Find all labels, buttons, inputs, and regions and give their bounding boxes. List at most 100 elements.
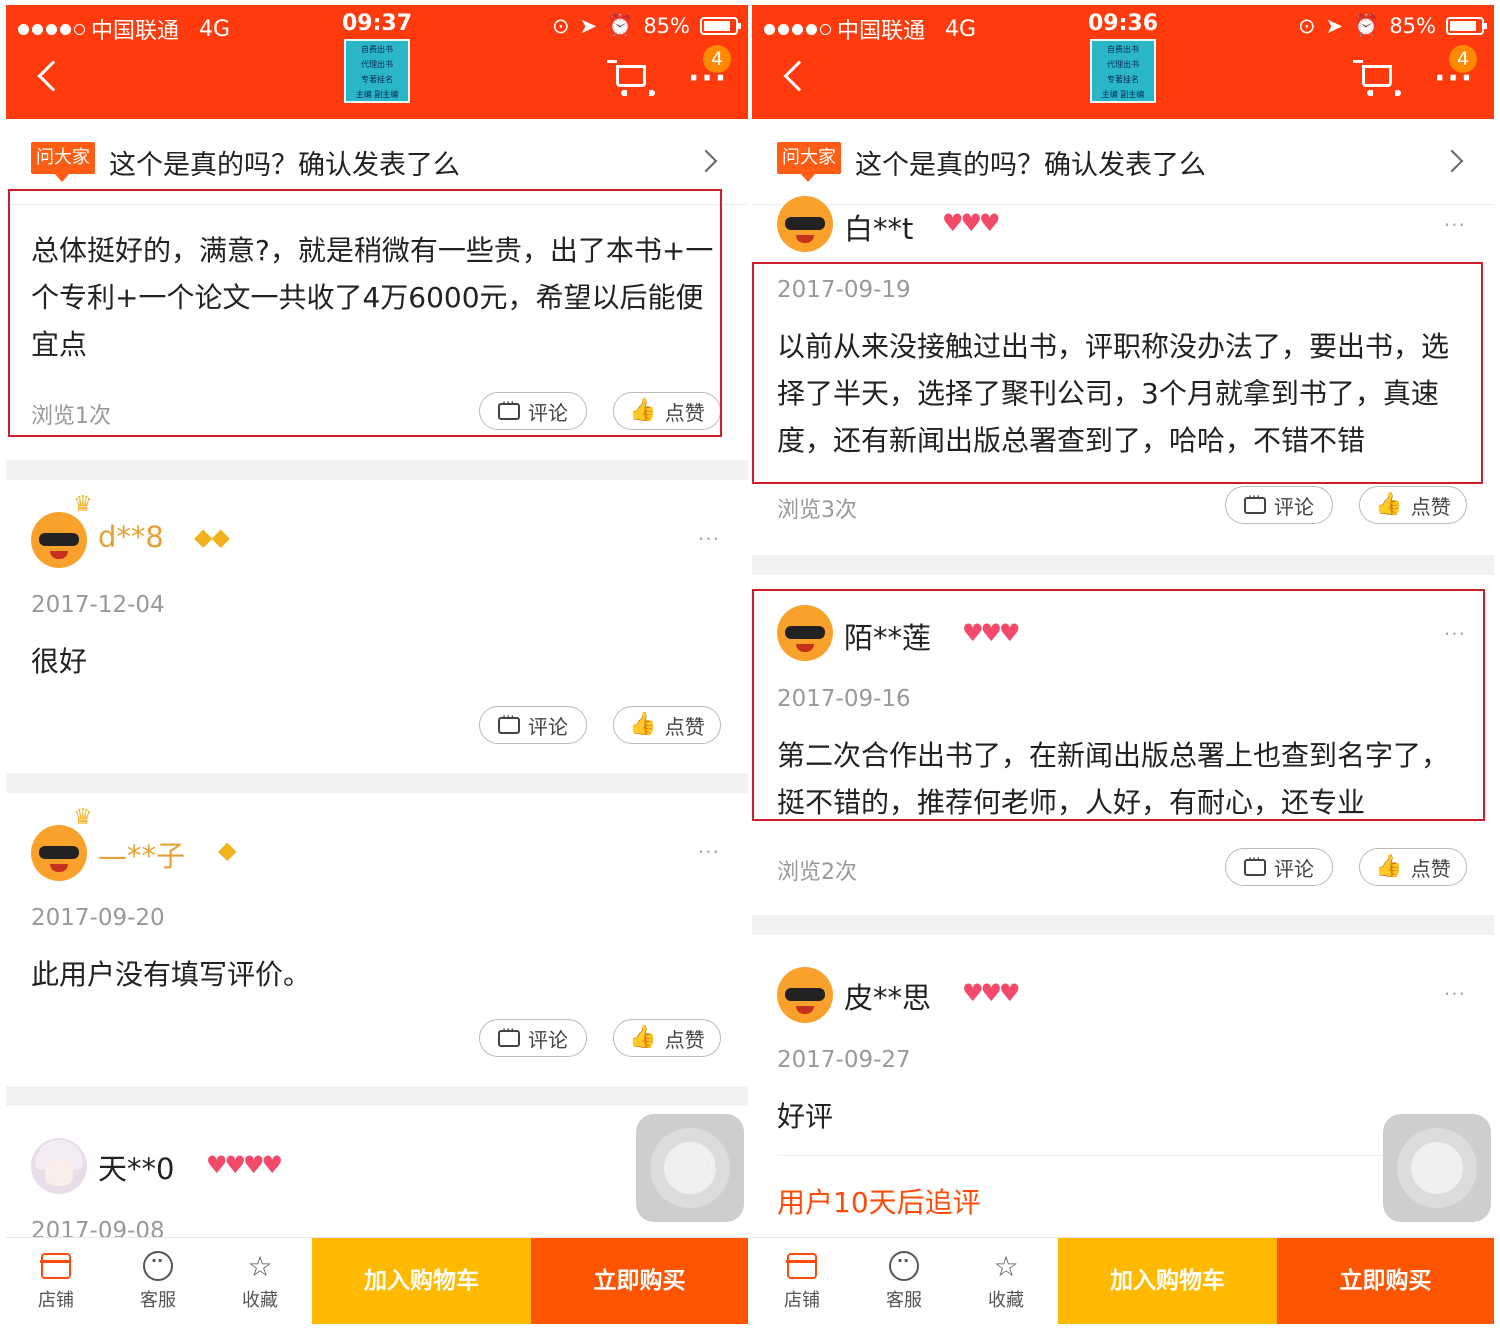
review-date: 2017-09-20	[31, 905, 165, 931]
more-dots-icon[interactable]: ···	[1444, 982, 1466, 1006]
tab-shop-label: 店铺	[784, 1290, 820, 1311]
level-diamonds: ◆	[218, 836, 236, 864]
star-icon: ☆	[993, 1249, 1019, 1283]
comment-icon	[498, 710, 520, 734]
comment-label: 评论	[1274, 494, 1314, 519]
review-card: ♛ —**子 ◆ ··· 2017-09-20 此用户没有填写评价。 评论 👍 点…	[6, 793, 748, 1086]
like-button[interactable]: 👍 点赞	[1359, 486, 1467, 524]
avatar[interactable]	[31, 512, 87, 568]
divider	[777, 1155, 1467, 1156]
highlight-box	[8, 189, 722, 437]
username: —**子	[98, 839, 186, 873]
tab-shop[interactable]: 店铺	[762, 1246, 842, 1312]
thumbs-up-icon: 👍	[1375, 854, 1403, 879]
review-content: 此用户没有填写评价。	[31, 958, 312, 991]
avatar[interactable]	[31, 1138, 87, 1194]
buy-now-button[interactable]: 立即购买	[1277, 1238, 1494, 1324]
assistive-touch-button[interactable]	[1383, 1114, 1491, 1222]
thumbs-up-icon: 👍	[1375, 492, 1403, 517]
status-right: ⊙ ➤ ⏰ 85%	[552, 13, 741, 38]
thumbs-up-icon: 👍	[629, 1025, 657, 1050]
assistive-touch-button[interactable]	[636, 1114, 744, 1222]
divider	[6, 460, 748, 480]
comment-label: 评论	[528, 1027, 568, 1052]
cart-icon[interactable]	[607, 60, 655, 96]
logo-line: 主编 副主编	[355, 90, 399, 99]
comment-button[interactable]: 评论	[479, 1019, 587, 1057]
status-right: ⊙ ➤ ⏰ 85%	[1298, 13, 1487, 38]
ask-tag: 问大家	[777, 142, 841, 182]
like-label: 点赞	[1410, 494, 1451, 519]
divider	[752, 915, 1494, 935]
username: 天**0	[98, 1152, 175, 1186]
logo-line: 自费出书	[361, 45, 393, 54]
logo-line: 自费出书	[1107, 45, 1139, 54]
comment-label: 评论	[528, 714, 568, 739]
comment-button[interactable]: 评论	[479, 706, 587, 744]
level-hearts: ♥♥♥♥	[206, 1151, 283, 1179]
bottom-action-bar: 店铺 客服 ☆ 收藏 加入购物车 立即购买	[6, 1237, 748, 1324]
review-card: ♛ d**8 ◆◆ ··· 2017-12-04 很好 评论 👍 点赞	[6, 480, 748, 773]
shop-logo: 自费出书 代理出书 专著挂名 主编 副主编	[344, 39, 410, 103]
tab-service[interactable]: 客服	[864, 1246, 944, 1312]
tab-shop[interactable]: 店铺	[16, 1246, 96, 1312]
left-phone-screen: 中国联通 4G 09:37 ⊙ ➤ ⏰ 85% 自费出书 代理出书 专著挂名 主…	[6, 0, 748, 1329]
more-dots-icon[interactable]: ···	[698, 840, 720, 864]
review-content: 很好	[31, 645, 88, 678]
shop-icon	[40, 1253, 71, 1279]
comment-icon	[498, 1023, 520, 1047]
like-button[interactable]: 👍 点赞	[613, 706, 721, 744]
service-icon	[143, 1251, 173, 1281]
follow-up-label: 用户10天后追评	[777, 1186, 981, 1219]
comment-button[interactable]: 评论	[1225, 486, 1333, 524]
comment-icon	[1244, 490, 1266, 514]
comment-button[interactable]: 评论	[1225, 848, 1333, 886]
avatar[interactable]	[777, 967, 833, 1023]
like-button[interactable]: 👍 点赞	[1359, 848, 1467, 886]
highlight-box	[752, 262, 1483, 484]
tab-shop-label: 店铺	[38, 1290, 74, 1311]
avatar[interactable]	[777, 196, 833, 252]
back-arrow-icon[interactable]	[37, 60, 69, 92]
service-icon	[889, 1251, 919, 1281]
more-dots-icon[interactable]: ···	[698, 527, 720, 551]
ask-everyone-bar[interactable]: 问大家 这个是真的吗？确认发表了么	[752, 119, 1494, 205]
like-label: 点赞	[1410, 856, 1451, 881]
star-icon: ☆	[247, 1249, 273, 1283]
alarm-icon: ⏰	[1353, 13, 1380, 37]
message-badge: 4	[1449, 45, 1477, 73]
avatar[interactable]	[31, 825, 87, 881]
divider	[752, 555, 1494, 575]
ask-tag: 问大家	[31, 142, 95, 182]
chevron-right-icon	[694, 149, 718, 173]
tab-favorite[interactable]: ☆ 收藏	[220, 1246, 300, 1312]
divider	[6, 1086, 748, 1106]
battery-icon	[1446, 16, 1487, 35]
thumbs-up-icon: 👍	[629, 712, 657, 737]
shop-icon	[786, 1253, 817, 1279]
view-count: 浏览2次	[777, 860, 857, 885]
like-label: 点赞	[664, 714, 705, 739]
cart-icon[interactable]	[1353, 60, 1401, 96]
bottom-action-bar: 店铺 客服 ☆ 收藏 加入购物车 立即购买	[752, 1237, 1494, 1324]
battery-icon	[700, 16, 741, 35]
location-icon: ➤	[1325, 13, 1344, 38]
comment-label: 评论	[1274, 856, 1314, 881]
username: 白**t	[844, 212, 914, 246]
logo-line: 专著挂名	[361, 75, 393, 84]
comment-icon	[1244, 852, 1266, 876]
tab-favorite-label: 收藏	[988, 1290, 1024, 1311]
buy-now-button[interactable]: 立即购买	[531, 1238, 748, 1324]
like-button[interactable]: 👍 点赞	[613, 1019, 721, 1057]
tab-service[interactable]: 客服	[118, 1246, 198, 1312]
back-arrow-icon[interactable]	[783, 60, 815, 92]
tab-favorite[interactable]: ☆ 收藏	[966, 1246, 1046, 1312]
crown-icon: ♛	[73, 492, 93, 517]
tab-service-label: 客服	[886, 1290, 922, 1311]
add-to-cart-button[interactable]: 加入购物车	[1058, 1238, 1277, 1324]
review-content: 好评	[777, 1100, 834, 1133]
view-count: 浏览3次	[777, 498, 857, 523]
username: 皮**思	[844, 981, 932, 1015]
add-to-cart-button[interactable]: 加入购物车	[312, 1238, 531, 1324]
more-dots-icon[interactable]: ···	[1444, 213, 1466, 237]
